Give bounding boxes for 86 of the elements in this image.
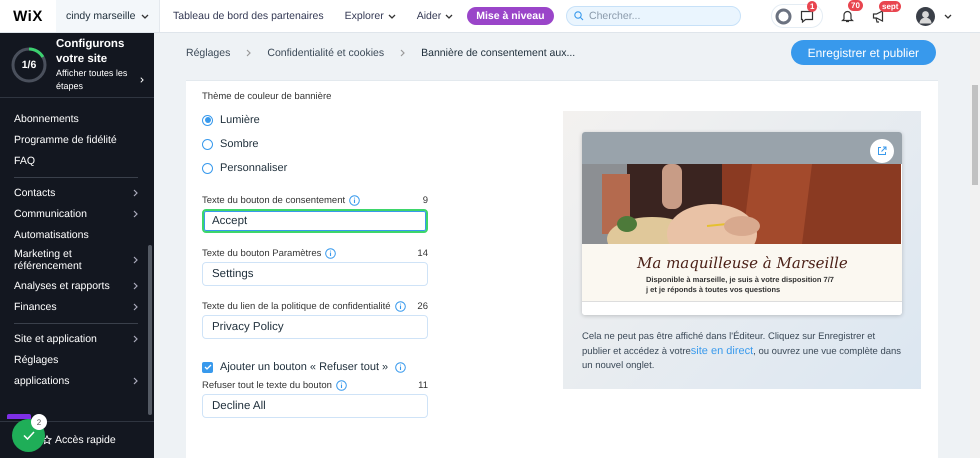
count-badge: 2 (31, 414, 47, 430)
profile-avatar[interactable] (916, 6, 935, 26)
external-link-icon (877, 146, 887, 156)
show-steps-link[interactable]: Afficher toutes les étapes (56, 67, 144, 93)
field-label: Texte du lien de la politique de confidentialité (202, 301, 391, 312)
character-count: 14 (417, 248, 428, 259)
chevron-right-icon (140, 76, 144, 84)
megaphone-icon[interactable] (872, 10, 886, 22)
radio-label: Lumière (220, 114, 260, 126)
radio-button[interactable] (202, 138, 213, 150)
search-icon (574, 11, 584, 21)
chevron-down-icon (388, 14, 396, 18)
sidebar-item[interactable]: Communication (14, 203, 138, 224)
tasks-button[interactable] (12, 419, 45, 452)
info-icon[interactable] (395, 362, 406, 372)
breadcrumb-item[interactable]: Réglages (186, 46, 230, 58)
chat-icon[interactable] (800, 10, 814, 22)
info-icon[interactable] (325, 248, 336, 259)
app-tile[interactable] (7, 414, 31, 419)
chevron-right-icon (133, 210, 138, 218)
text-field[interactable]: Decline All (202, 394, 428, 418)
text-field[interactable]: Accept (202, 209, 428, 233)
search-field[interactable]: Chercher... (566, 6, 741, 26)
upgrade-button[interactable]: Mise à niveau (467, 7, 554, 25)
check-icon (22, 431, 34, 440)
radio-button[interactable] (202, 162, 213, 174)
field-label: Texte du bouton Paramètres (202, 248, 322, 259)
progress-ring (10, 46, 48, 84)
site-title: Ma maquilleuse à Marseille (637, 254, 849, 272)
sidebar-item[interactable]: Site et application (14, 328, 138, 349)
quick-access-label[interactable]: Accès rapide (55, 434, 116, 446)
notification-badge: 70 (848, 0, 863, 11)
scrollbar[interactable] (148, 245, 152, 415)
sidebar-item[interactable]: Analyses et rapports (14, 275, 138, 296)
sidebar-item[interactable]: Contacts (14, 182, 138, 203)
chevron-down-icon (445, 14, 454, 18)
user-circle-icon[interactable] (775, 8, 792, 24)
sidebar-item[interactable]: applications (14, 370, 138, 391)
sidebar-item[interactable]: Finances (14, 296, 138, 317)
nav-menu[interactable]: Explorer (344, 10, 396, 22)
nav-link[interactable]: Tableau de bord des partenaires (173, 10, 324, 22)
radio-label: Personnaliser (220, 162, 288, 174)
progress-count: 1/6 (22, 59, 36, 71)
sidebar-item[interactable]: Automatisations (14, 224, 138, 245)
text-field[interactable]: Settings (202, 262, 428, 286)
chevron-down-icon (141, 14, 149, 18)
chevron-right-icon (133, 376, 138, 384)
sidebar-item[interactable]: Abonnements (14, 108, 138, 129)
breadcrumb-item[interactable]: Confidentialité et cookies (267, 46, 384, 58)
sidebar-item[interactable]: Réglages (14, 349, 138, 370)
chevron-right-icon (246, 48, 252, 56)
info-icon[interactable] (394, 301, 406, 312)
character-count: 9 (422, 195, 428, 206)
wix-logo[interactable]: WiX (0, 8, 56, 24)
radio-label: Sombre (220, 138, 259, 150)
chevron-right-icon (133, 302, 138, 310)
chevron-right-icon (133, 188, 138, 196)
chevron-right-icon (400, 48, 406, 56)
field-label: Refuser tout le texte du bouton (202, 380, 332, 391)
notification-badge: 1 (807, 0, 818, 12)
info-icon[interactable] (336, 380, 347, 391)
chevron-right-icon (133, 334, 138, 342)
nav-menu[interactable]: Aider (416, 10, 454, 22)
section-label: Thème de couleur de bannière (202, 91, 332, 102)
chevron-right-icon (133, 282, 138, 290)
sidebar-item[interactable]: Programme de fidélité (14, 129, 138, 150)
site-selector[interactable]: cindy marseille (56, 0, 160, 32)
text-field[interactable]: Privacy Policy (202, 315, 428, 339)
scrollbar[interactable] (970, 33, 980, 458)
info-icon[interactable] (349, 195, 360, 206)
chevron-down-icon (944, 14, 952, 18)
preview-note: Cela ne peut pas être affiché dans l'Éditeur. Cliquez sur Enregistrer et publier et accédez à votresite en direct, ou ouvrez une vue complète dans un nouvel onglet. (582, 330, 902, 373)
star-icon (42, 435, 52, 445)
bell-icon[interactable] (841, 9, 854, 23)
character-count: 26 (417, 301, 428, 312)
field-label: Texte du bouton de consentement (202, 195, 346, 206)
notification-badge: sept (879, 0, 902, 12)
sidebar-item[interactable]: FAQ (14, 150, 138, 171)
sidebar-item[interactable]: Marketing et référencement (14, 245, 138, 275)
checkbox-label: Ajouter un bouton « Refuser tout » (220, 361, 388, 373)
character-count: 11 (418, 380, 428, 391)
breadcrumb-item[interactable]: Bannière de consentement aux... (421, 46, 576, 58)
radio-button[interactable] (202, 114, 213, 126)
checkbox[interactable] (202, 362, 213, 372)
setup-title: Configurons votre site (56, 37, 126, 67)
chevron-right-icon (133, 256, 138, 264)
